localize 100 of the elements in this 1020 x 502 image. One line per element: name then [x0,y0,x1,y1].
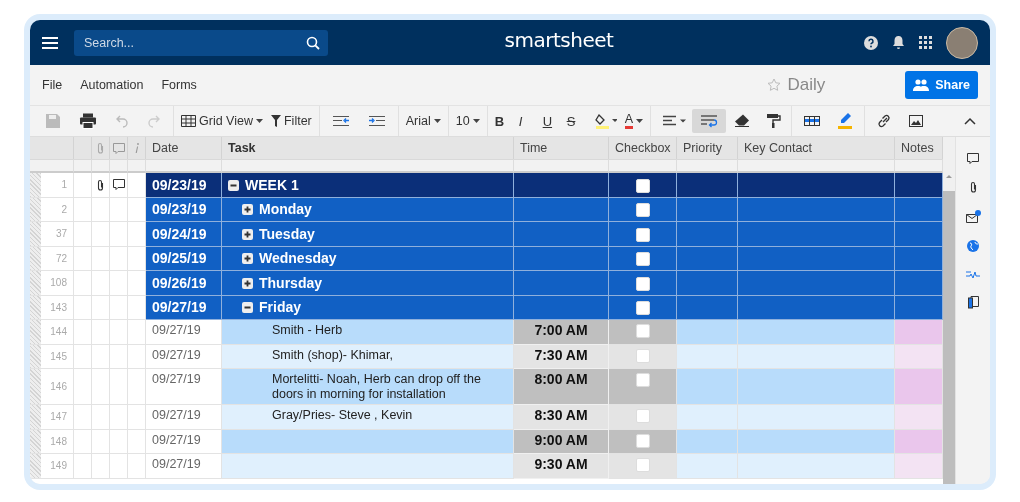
globe-icon[interactable] [967,240,979,252]
paperclip-icon[interactable] [969,181,977,193]
expand-icon[interactable] [242,228,253,240]
grid-cell [74,197,92,222]
avatar[interactable] [946,26,978,59]
task-text: WEEK 1 [245,177,299,193]
people-icon [913,79,930,91]
menu-item[interactable]: Automation [80,78,144,92]
collapse-icon[interactable] [242,302,253,314]
grid-cell [92,454,110,479]
grid-cell [128,344,146,369]
font-dropdown[interactable]: Arial [401,109,445,133]
column-header[interactable]: Key Contact [738,137,895,159]
share-button[interactable]: Share [905,71,978,99]
grid-cell [74,429,92,454]
column-header[interactable]: Notes [895,137,943,159]
drag-handle[interactable] [30,405,41,429]
book-icon[interactable] [967,296,979,309]
grid-view-dropdown[interactable]: Grid View [177,109,267,133]
expand-icon[interactable] [242,204,253,216]
info-icon [134,143,139,153]
search-field[interactable]: Search... [74,29,328,56]
grid-cell [74,369,92,405]
checkbox[interactable] [635,458,650,472]
column-header[interactable]: Priority [677,137,738,159]
task-text: Monday [259,202,312,218]
drag-handle[interactable] [30,222,41,246]
comment-icon[interactable] [112,179,125,191]
checkbox[interactable] [635,252,650,267]
grid-cell [128,454,146,479]
row-number: 147 [50,410,68,425]
row-number: 149 [50,459,68,474]
search-icon[interactable] [306,35,320,50]
checkbox[interactable] [635,348,650,363]
filter-cell [677,159,738,173]
column-header[interactable]: Task [222,137,514,159]
notes-cell [895,271,943,296]
grid-cell [128,369,146,405]
caret-icon [433,119,441,123]
grid-cell [74,222,92,247]
task-text: Smith - Herb [272,323,343,338]
drag-handle[interactable] [30,369,41,404]
checkbox[interactable] [635,324,650,338]
comment-icon[interactable] [967,153,979,164]
help-icon[interactable] [864,35,878,50]
grid-cell [110,271,128,296]
grid-cell [110,429,128,454]
checkbox[interactable] [635,276,650,291]
grid-cell [110,344,128,369]
notes-cell [895,173,943,198]
paperclip-icon[interactable] [97,178,104,191]
time-cell: 9:30 AM [514,454,609,479]
logo: smartsheet [503,27,615,52]
drag-handle[interactable] [30,344,41,368]
menu-icon[interactable] [42,36,58,49]
grid-cell [92,246,110,271]
grid-cell [92,271,110,296]
drag-handle[interactable] [30,429,41,453]
column-header[interactable]: Time [514,137,609,159]
drag-handle[interactable] [30,197,41,221]
checkbox[interactable] [635,373,650,387]
bell-icon[interactable] [892,35,905,50]
expand-icon[interactable] [242,253,253,265]
time-cell: 7:30 AM [514,344,609,369]
bold-button[interactable]: B [490,109,515,133]
expand-icon[interactable] [242,277,253,289]
apps-grid-icon[interactable] [919,36,932,49]
activity-icon[interactable] [966,269,980,279]
checkbox[interactable] [635,409,650,423]
font-size-dropdown[interactable]: 10 [451,109,484,133]
font-color-button[interactable]: A [620,109,647,133]
checkbox[interactable] [635,227,650,242]
scrollbar-thumb[interactable] [943,191,955,484]
filter-button[interactable]: Filter [266,109,316,133]
menu-item[interactable]: Forms [161,78,197,92]
drag-handle[interactable] [30,320,41,344]
checkbox[interactable] [635,178,650,193]
column-header[interactable]: Checkbox [609,137,677,159]
drag-handle[interactable] [30,295,41,319]
checkbox[interactable] [635,301,650,316]
underline-button[interactable]: U [538,109,563,133]
drag-handle[interactable] [30,454,41,478]
envelope-icon[interactable] [965,210,981,223]
column-header[interactable]: Date [146,137,222,159]
caret-icon [636,119,643,123]
italic-button[interactable]: I [514,109,539,133]
strikethrough-button[interactable]: S [562,109,587,133]
collapse-icon[interactable] [228,179,239,191]
drag-handle[interactable] [30,173,41,197]
grid-cell [110,405,128,430]
row-number: 108 [50,276,68,291]
checkbox[interactable] [635,433,650,448]
time-cell: 9:00 AM [514,429,609,454]
star-icon[interactable] [767,78,782,92]
row-number: 37 [55,227,68,242]
menu-item[interactable]: File [42,78,63,92]
date-cell: 09/26/19 [146,271,222,296]
drag-handle[interactable] [30,246,41,270]
drag-handle[interactable] [30,271,41,295]
checkbox[interactable] [635,203,650,218]
